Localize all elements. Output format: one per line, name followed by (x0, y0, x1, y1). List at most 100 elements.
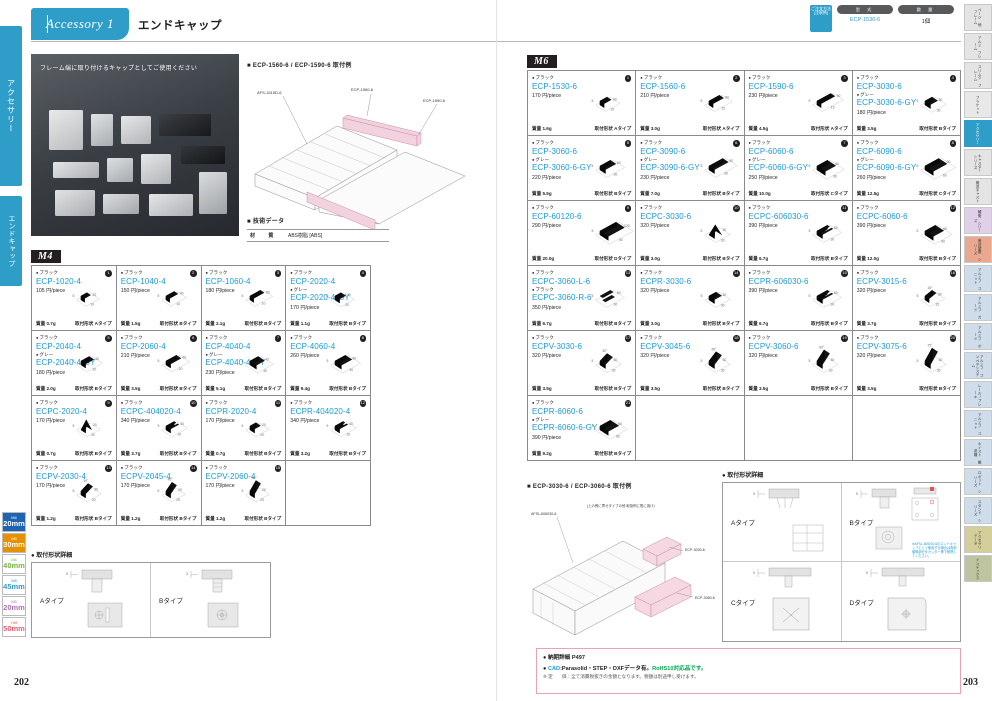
svg-text:30: 30 (612, 369, 616, 373)
product-cell[interactable]: 20ブラックECPV-3075-6320 円/piece75°303053.5g… (852, 331, 961, 396)
product-cell[interactable]: 10ブラックECPC-3030-6320 円/piece303053.0g取付形… (636, 201, 745, 266)
product-cell[interactable]: 12ブラックECPC-6060-6390 円/piece6060512.0g取付… (852, 201, 961, 266)
svg-text:30: 30 (939, 358, 943, 362)
thumb-index-item-10[interactable]: アルミフ ガード (964, 294, 992, 321)
svg-text:20: 20 (347, 293, 351, 297)
svg-text:5: 5 (157, 424, 159, 428)
thumb-index-item-17[interactable]: スタンド シリーズ (964, 497, 992, 524)
product-cell[interactable]: 16ブラックECPV-3015-6320 円/piece15°153053.7g… (852, 266, 961, 331)
svg-text:10: 10 (90, 303, 94, 307)
product-weight: 3.7g (857, 321, 876, 327)
product-cell[interactable]: 4ブラックECP-2020-4グレーECP-2020-4-GY170 円/pie… (286, 266, 371, 331)
product-index: 13 (105, 465, 112, 472)
thumb-index-item-4[interactable]: アクセサリー (964, 120, 992, 147)
product-cell[interactable]: 15ブラックECPV-2060-4170 円/piece60°202051.2g… (201, 461, 287, 526)
cad-rest: :Parasolid・STEP・DXFデータ有。 (560, 665, 653, 672)
svg-text:5: 5 (327, 294, 329, 298)
product-weight: 6.7g (749, 321, 768, 327)
product-color: ブラック (121, 400, 197, 406)
thumb-index-item-15[interactable]: ホイスト 搬送機 (964, 439, 992, 466)
size-tab-2[interactable]: M6 40mm (2, 554, 26, 574)
product-footer: 3.2g 取付形状 Bタイプ (290, 451, 366, 457)
sidebar-tab-endcap[interactable]: エンドキャップ (0, 196, 22, 286)
product-cell[interactable]: 2ブラックECP-1560-6210 円/piece156053.0g取付形状 … (636, 71, 745, 136)
product-cell[interactable]: 3ブラックECP-1060-4180 円/piece106052.1g取付形状 … (201, 266, 287, 331)
product-weight: 6.7g (749, 256, 768, 262)
thumb-index-item-2[interactable]: スリムク フレーム (964, 62, 992, 89)
product-cell-empty (636, 396, 745, 461)
product-mount-type: 取付形状 Bタイプ (159, 321, 197, 326)
size-tab-3[interactable]: M8 45mm (2, 575, 26, 595)
product-cell[interactable]: 1ブラックECP-1530-6170 円/piece153051.6g取付形状 … (528, 71, 637, 136)
product-index: 8 (949, 140, 956, 147)
product-cell[interactable]: 6ブラックECP-3090-6グレーECP-3090-6-GY230 円/pie… (636, 136, 745, 201)
thumb-index-item-7[interactable]: 緩衝 シリーズ (964, 207, 992, 234)
svg-text:5: 5 (242, 489, 244, 493)
product-index: 14 (733, 270, 740, 277)
product-cell[interactable]: 8ブラックECP-4060-4260 円/piece406059.4g取付形状 … (286, 331, 371, 396)
thumb-index-item-3[interactable]: ブラケット (964, 91, 992, 118)
product-cell[interactable]: 13ブラックECPC-3060-L-6ブラックECPC-3060-R-6350 … (528, 266, 637, 331)
product-cell[interactable]: 14ブラックECPV-2045-4170 円/piece45°202051.2g… (116, 461, 202, 526)
product-cell[interactable]: 7ブラックECP-4040-4グレーECP-4040-4-GY230 円/pie… (201, 331, 287, 396)
thumb-index-item-11[interactable]: アルミフ ボード (964, 323, 992, 350)
product-cell[interactable]: 5ブラックECP-2040-4グレーECP-2040-4-GY180 円/pie… (32, 331, 117, 396)
product-cell[interactable]: 7ブラックECP-6060-6グレーECP-6060-6-GY250 円/pie… (744, 136, 853, 201)
product-cell[interactable]: 21ブラックECPR-6060-6グレーECPR-6060-6-GY390 円/… (528, 396, 637, 461)
product-cell[interactable]: 19ブラックECPV-3060-6320 円/piece60°303053.5g… (744, 331, 853, 396)
product-cell[interactable]: 6ブラックECP-2060-4210 円/piece206053.5g取付形状 … (116, 331, 202, 396)
install-label-1: ECP-1560-6 (351, 87, 374, 92)
product-cell[interactable]: 11ブラックECPR-2020-4170 円/piece202050.7g取付形… (201, 396, 287, 461)
thumb-index-item-19[interactable]: インデックス (964, 555, 992, 582)
product-mount-type: 取付形状 Bタイプ (159, 451, 197, 456)
product-cell[interactable]: 14ブラックECPR-3030-6320 円/piece303053.0g取付形… (636, 266, 745, 331)
product-cell[interactable]: 10ブラックECPC-404020-4340 円/piece204053.7g取… (116, 396, 202, 461)
product-cell[interactable]: 15ブラックECPR-606030-6390 円/piece306056.7g取… (744, 266, 853, 331)
product-cell[interactable]: 9ブラックECP-60120-6290 円/piece60120520.0g取付… (528, 201, 637, 266)
product-mount-type: 取付形状 Bタイプ (159, 386, 197, 391)
product-drawing: 60 60 5 (787, 150, 849, 188)
svg-text:120: 120 (624, 224, 630, 228)
install2-label-0: AFSL-606030-6 (531, 512, 556, 516)
thumb-index-item-13[interactable]: レール/ブレーキ (964, 381, 992, 408)
thumb-index-item-9[interactable]: アルミフ ユニット (964, 265, 992, 292)
product-cell[interactable]: 13ブラックECPV-2030-4170 円/piece30°203051.2g… (32, 461, 117, 526)
size-tab-4[interactable]: M5 20mm (2, 596, 26, 616)
size-tab-5[interactable]: HM 50mm (2, 617, 26, 637)
product-cell[interactable]: 9ブラックECPC-2020-4170 円/piece202050.7g取付形状… (32, 396, 117, 461)
thumb-index-item-8[interactable]: 搬送装置 シリーズ (964, 236, 992, 263)
product-cell[interactable]: 8ブラックECP-6090-6グレーECP-6090-6-GY260 円/pie… (852, 136, 961, 201)
product-cell[interactable]: 18ブラックECPV-3045-6320 円/piece45°303053.5g… (636, 331, 745, 396)
product-mount-type: 取付形状 Bタイプ (810, 321, 848, 326)
svg-text:30: 30 (724, 172, 728, 176)
product-mount-type: 取付形状 Bタイプ (594, 191, 632, 196)
product-cell[interactable]: 17ブラックECPV-3030-6320 円/piece30°303053.5g… (528, 331, 637, 396)
thumb-index-item-1[interactable]: アルミ フレーム (964, 33, 992, 60)
tech-row-value: ABS樹脂 [ABS] (285, 229, 389, 242)
product-color: ブラック (36, 335, 112, 341)
product-index: 5 (624, 140, 632, 147)
product-cell[interactable]: 12ブラックECPR-404020-4340 円/piece204053.2g取… (286, 396, 371, 461)
thumb-index-item-6[interactable]: 搬送キャスト (964, 178, 992, 205)
svg-text:5: 5 (753, 492, 755, 496)
sidebar-tab-accessory[interactable]: アクセサリー (0, 26, 22, 186)
product-drawing: 60° 20 20 5 (220, 475, 282, 513)
product-drawing: 30 60 5 (570, 150, 632, 188)
thumb-index-item-18[interactable]: アクセサリ データ (964, 526, 992, 553)
thumb-index-item-5[interactable]: キャスター シリーズ (964, 149, 992, 176)
thumb-index-item-12[interactable]: アルミフ コンベヤシステム (964, 352, 992, 379)
product-weight: 10.0g (749, 191, 771, 197)
thumb-index-item-0[interactable]: ページ 他 フレーム (964, 4, 992, 31)
product-cell[interactable]: 11ブラックECPC-606030-6390 円/piece306056.7g取… (744, 201, 853, 266)
product-cell[interactable]: 5ブラックECP-3060-6グレーECP-3060-6-GY220 円/pie… (528, 136, 637, 201)
product-color: ブラック (640, 335, 739, 341)
size-tab-0[interactable]: M4 20mm (2, 512, 26, 532)
thumb-index-item-14[interactable]: アルミフ ユニット (964, 410, 992, 437)
product-weight: 2.0g (36, 386, 55, 392)
thumb-index-item-16[interactable]: ロボット シリーズ (964, 468, 992, 495)
product-cell[interactable]: 1ブラックECP-1020-4105 円/piece102050.7g取付形状 … (32, 266, 117, 331)
size-tab-1[interactable]: M5 30mm (2, 533, 26, 553)
product-cell[interactable]: 2ブラックECP-1040-4150 円/piece104051.5g取付形状 … (116, 266, 202, 331)
product-cell[interactable]: 4ブラックECP-3030-6グレーECP-3030-6-GY180 円/pie… (852, 71, 961, 136)
product-cell[interactable]: 3ブラックECP-1590-6230 円/piece159054.5g取付形状 … (744, 71, 853, 136)
